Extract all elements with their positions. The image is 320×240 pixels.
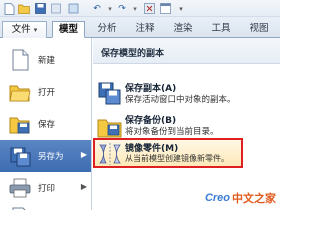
submenu-item-save-copy[interactable]: 保存副本(A) 保存活动窗口中对象的副本。 (93, 78, 280, 108)
save-dropdown-icon[interactable] (49, 2, 63, 15)
printer-icon (9, 177, 31, 199)
menu-item-new[interactable]: 新建 (0, 44, 91, 76)
menu-item-save-as-label: 另存为 (38, 152, 64, 162)
backup-description: 将对象备份到当前目录。 (125, 127, 219, 137)
submenu-item-mirror-part[interactable]: 镜像零件(M) 从当前模型创建镜像新零件。 (93, 138, 243, 168)
menu-item-open-label: 打开 (38, 88, 56, 98)
backup-icon (97, 113, 123, 139)
open-icon[interactable] (17, 2, 31, 15)
tab-annotate[interactable]: 注释 (130, 21, 160, 38)
close-window-icon[interactable] (142, 2, 156, 15)
save-copy-icon (97, 81, 123, 107)
new-icon[interactable] (2, 2, 16, 15)
watermark-chinese: 中文之家 (232, 192, 276, 205)
tab-render[interactable]: 渲染 (168, 21, 198, 38)
watermark-creo: Creo (204, 192, 230, 204)
tab-file-label: 文件 (11, 24, 31, 35)
menu-item-save-as[interactable]: 另存为 ▶ (0, 140, 91, 172)
chevron-down-icon: ▾ (33, 26, 38, 34)
tab-tools[interactable]: 工具 (206, 21, 236, 38)
customize-toolbar-icon[interactable]: ▾ (174, 2, 188, 15)
tab-view[interactable]: 视图 (244, 21, 274, 38)
save-icon (9, 113, 31, 135)
tab-analysis[interactable]: 分析 (92, 21, 122, 38)
chevron-right-icon: ▶ (80, 182, 87, 191)
mirror-part-icon (97, 141, 123, 167)
redo-dropdown-icon[interactable]: ▾ (128, 2, 142, 15)
open-folder-icon (9, 81, 31, 103)
tab-file[interactable]: 文件 ▾ (2, 21, 47, 38)
menu-item-print-label: 打印 (38, 184, 56, 194)
save-as-icon (9, 145, 31, 167)
regenerate-icon[interactable] (66, 2, 80, 15)
save-as-submenu: 保存模型的副本 保存副本(A) 保存活动窗口中对象的副本。 保存备份(B) 将对… (93, 38, 280, 210)
quick-access-toolbar: ↶ ▾ ↷ ▾ ▾ (0, 0, 280, 17)
save-copy-description: 保存活动窗口中对象的副本。 (125, 95, 236, 105)
menu-item-save-label: 保存 (38, 120, 56, 130)
submenu-title: 保存模型的副本 (101, 49, 165, 59)
undo-icon[interactable]: ↶ (90, 2, 104, 15)
window-icon[interactable] (158, 2, 172, 15)
save-icon[interactable] (33, 2, 47, 15)
redo-icon[interactable]: ↷ (115, 2, 129, 15)
menu-item-print[interactable]: 打印 ▶ (0, 172, 91, 204)
menu-item-close[interactable]: 关闭 (0, 202, 91, 210)
chevron-right-icon: ▶ (80, 150, 87, 159)
menu-item-save[interactable]: 保存 (0, 108, 91, 140)
watermark-logo: Creo 中文之家 (205, 190, 276, 206)
tab-model[interactable]: 模型 (52, 21, 85, 38)
file-menu: 新建 打开 保存 另存为 ▶ 打印 ▶ 关闭 (0, 38, 92, 210)
menu-item-open[interactable]: 打开 (0, 76, 91, 108)
submenu-header: 保存模型的副本 (93, 38, 280, 64)
new-file-icon (9, 49, 31, 71)
ribbon-tab-bar: 文件 ▾ 模型 分析 注释 渲染 工具 视图 (0, 17, 280, 38)
menu-item-new-label: 新建 (38, 56, 56, 66)
submenu-item-backup[interactable]: 保存备份(B) 将对象备份到当前目录。 (93, 110, 280, 140)
close-file-icon (9, 207, 31, 210)
mirror-part-description: 从当前模型创建镜像新零件。 (125, 154, 229, 163)
